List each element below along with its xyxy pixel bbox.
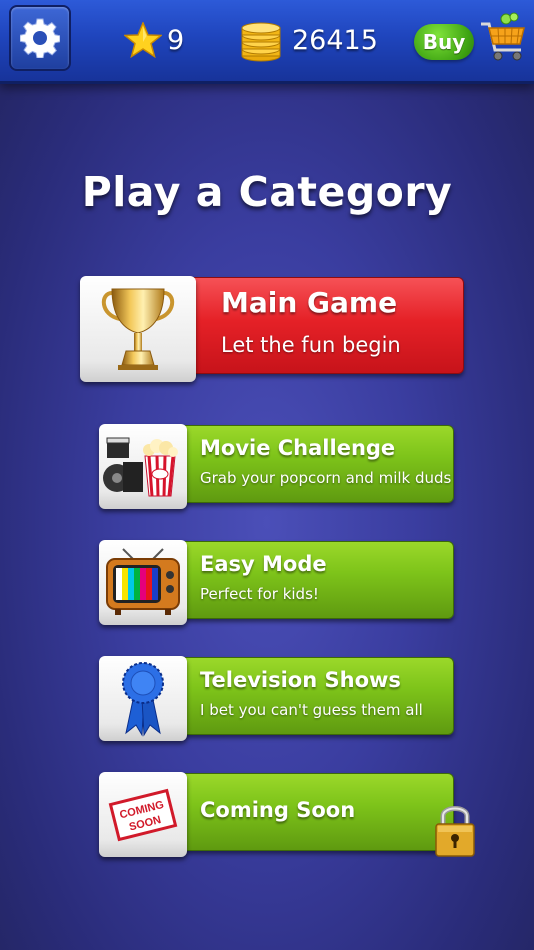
category-subtitle: Let the fun begin	[221, 333, 401, 357]
buy-button-label: Buy	[422, 30, 466, 54]
category-subtitle: I bet you can't guess them all	[200, 701, 423, 719]
category-title: Coming Soon	[200, 798, 356, 822]
category-title: Easy Mode	[200, 552, 327, 576]
movie-challenge-icon-tile[interactable]	[99, 424, 187, 509]
television-shows-icon-tile[interactable]	[99, 656, 187, 741]
settings-button[interactable]	[9, 5, 71, 71]
category-title: Television Shows	[200, 668, 401, 692]
coming-soon-icon-tile[interactable]: COMING SOON	[99, 772, 187, 857]
category-title: Movie Challenge	[200, 436, 396, 460]
category-title: Main Game	[221, 286, 398, 319]
category-subtitle: Perfect for kids!	[200, 585, 319, 603]
gear-icon	[20, 18, 60, 58]
shopping-cart-icon[interactable]	[478, 10, 528, 66]
buy-button[interactable]: Buy	[414, 24, 474, 60]
retro-tv-icon	[106, 547, 180, 615]
easy-mode-icon-tile[interactable]	[99, 540, 187, 625]
top-bar: 9 26415 Buy	[0, 0, 534, 84]
coming-soon-stamp-icon: COMING SOON	[108, 788, 178, 841]
main-game-icon-tile[interactable]	[80, 276, 196, 382]
popcorn-film-icon	[103, 437, 178, 496]
trophy-icon	[101, 288, 175, 370]
page-title: Play a Category	[81, 168, 453, 216]
coins-count: 26415	[292, 25, 378, 56]
star-icon	[122, 21, 164, 59]
coin-stack-icon	[239, 18, 283, 62]
padlock-icon	[434, 802, 476, 858]
category-subtitle: Grab your popcorn and milk duds	[200, 469, 452, 487]
stars-count: 9	[167, 25, 185, 56]
blue-ribbon-icon	[122, 661, 164, 737]
